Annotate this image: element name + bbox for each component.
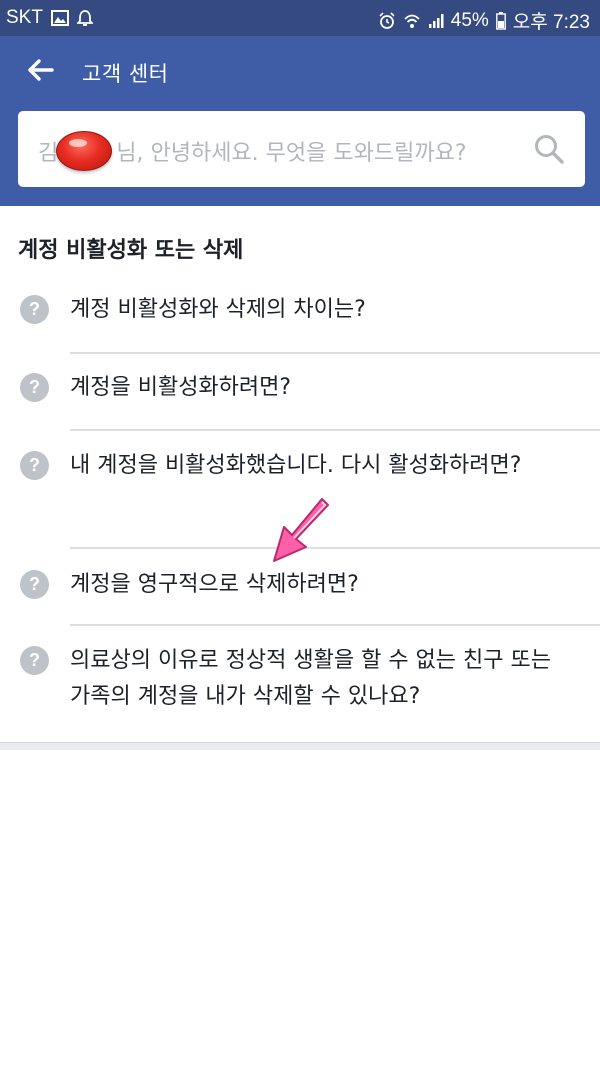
carrier-label: SKT <box>6 7 43 28</box>
faq-item-difference[interactable]: ? 계정 비활성화와 삭제의 차이는? <box>0 278 600 354</box>
status-right: 45% 오후 7:23 <box>378 7 590 34</box>
placeholder-text: 님, 안녕하세요. 무엇을 도와드릴까요? <box>116 141 467 166</box>
question-icon: ? <box>20 295 49 324</box>
placeholder-prefix: 김 <box>38 141 59 166</box>
gallery-icon <box>50 10 69 26</box>
page-title: 고객 센터 <box>82 62 169 86</box>
search-icon[interactable] <box>533 133 565 169</box>
status-bar: SKT 45% 오후 7:23 <box>0 0 600 36</box>
clock: 오후 7:23 <box>512 12 590 33</box>
faq-item-label: 계정 비활성화와 삭제의 차이는? <box>70 297 366 322</box>
back-button[interactable] <box>22 54 58 90</box>
status-left: SKT <box>6 7 93 29</box>
alarm-icon <box>378 11 396 30</box>
annotation-arrow-icon <box>270 495 332 571</box>
section-title: 계정 비활성화 또는 삭제 <box>18 238 244 263</box>
arrow-left-icon <box>26 58 54 86</box>
notification-bell-icon <box>76 9 93 27</box>
question-icon: ? <box>20 570 49 599</box>
battery-percent: 45% <box>450 9 489 31</box>
faq-item-label: 내 계정을 비활성화했습니다. 다시 활성화하려면? <box>70 453 522 478</box>
question-icon: ? <box>20 451 49 480</box>
wifi-icon <box>403 12 421 30</box>
faq-item-label: 계정을 비활성화하려면? <box>70 375 292 400</box>
redaction-mark <box>56 131 112 171</box>
faq-item-deactivate[interactable]: ? 계정을 비활성화하려면? <box>0 354 600 431</box>
faq-item-memorial-delete[interactable]: ? 의료상의 이유로 정상적 생활을 할 수 없는 친구 또는 가족의 계정을 … <box>0 626 600 744</box>
faq-item-label: 계정을 영구적으로 삭제하려면? <box>70 572 359 597</box>
battery-icon <box>495 11 506 30</box>
question-icon: ? <box>20 373 49 402</box>
search-input[interactable]: 김 님, 안녕하세요. 무엇을 도와드릴까요? <box>18 111 585 187</box>
section-bottom-border <box>0 742 600 750</box>
faq-item-label: 의료상의 이유로 정상적 생활을 할 수 없는 친구 또는 가족의 계정을 내가… <box>70 648 551 709</box>
signal-icon <box>428 13 444 29</box>
app-header: 고객 센터 김 님, 안녕하세요. 무엇을 도와드릴까요? <box>0 36 600 206</box>
question-icon: ? <box>20 646 49 675</box>
